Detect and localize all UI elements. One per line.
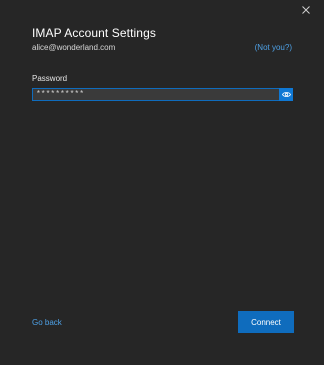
connect-button[interactable]: Connect — [238, 311, 294, 333]
account-email: alice@wonderland.com — [32, 43, 116, 52]
dialog-title: IMAP Account Settings — [32, 26, 156, 40]
eye-icon — [281, 92, 291, 97]
password-field[interactable] — [32, 88, 279, 101]
reveal-password-button[interactable] — [279, 88, 293, 101]
go-back-link[interactable]: Go back — [32, 318, 62, 327]
password-label: Password — [32, 74, 68, 83]
close-icon — [302, 6, 310, 14]
close-button[interactable] — [298, 2, 314, 18]
not-you-link[interactable]: (Not you?) — [255, 43, 292, 52]
